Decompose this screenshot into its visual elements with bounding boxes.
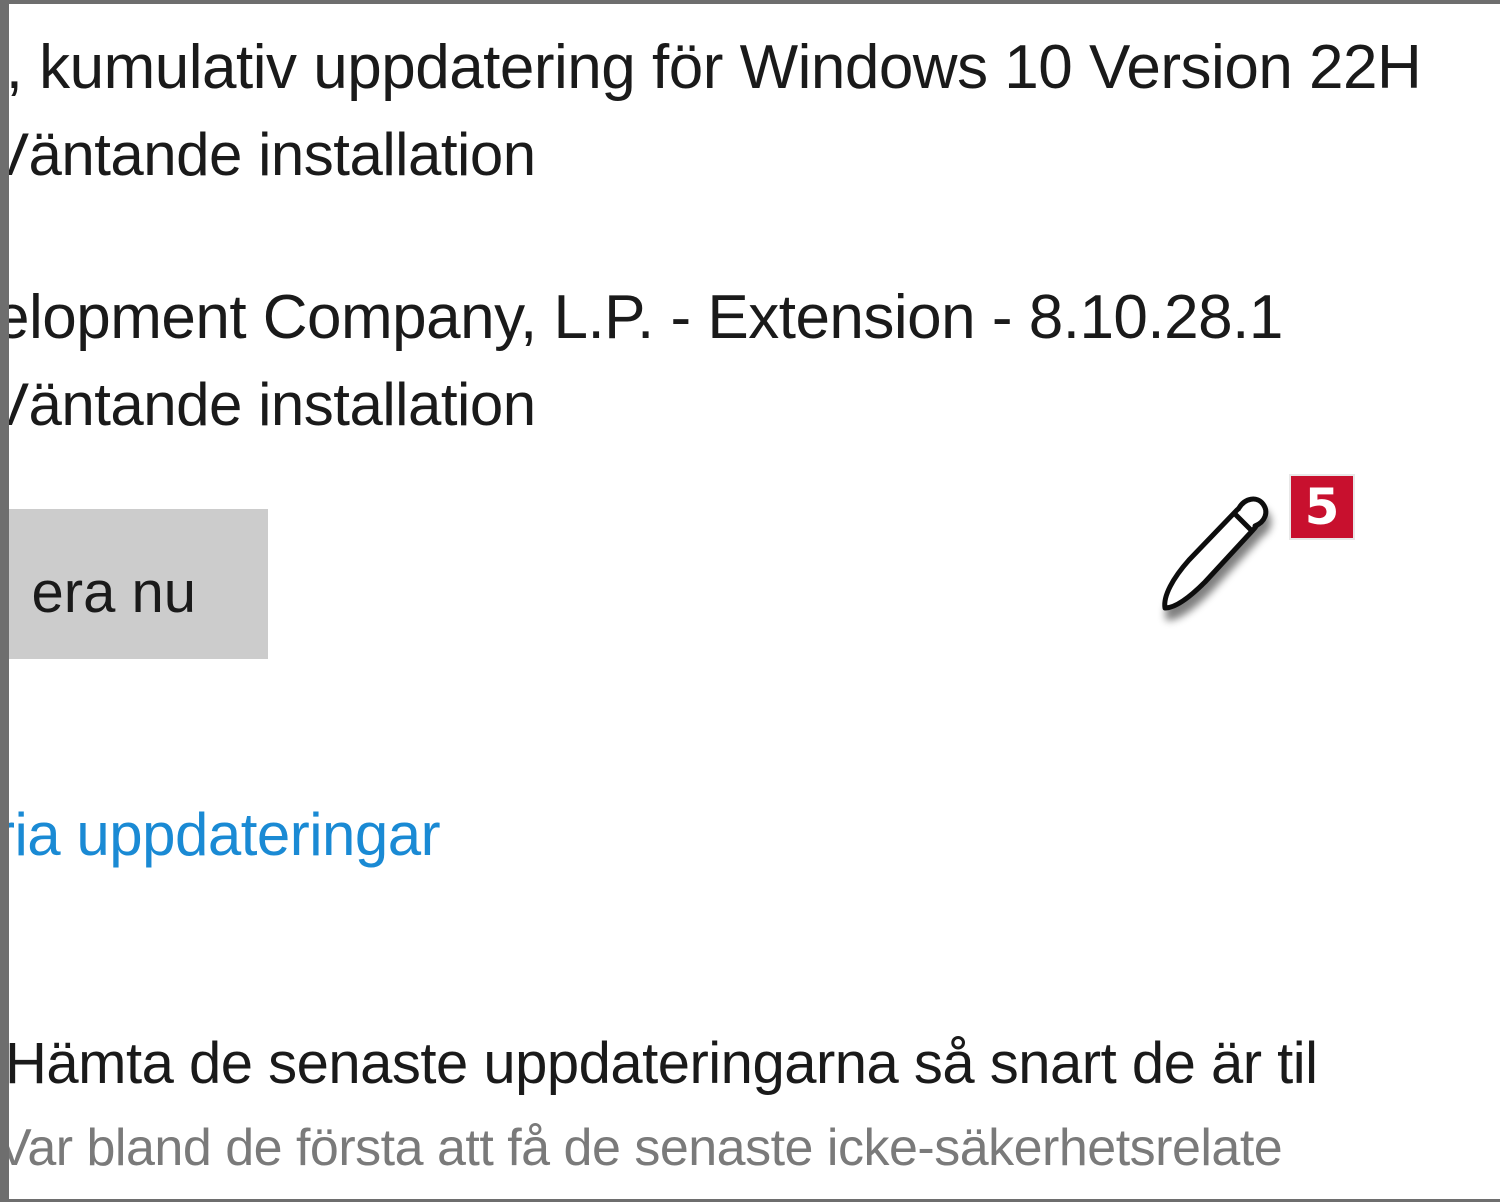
update-item-status: Väntande installation xyxy=(0,371,536,438)
update-item-status: Väntande installation xyxy=(0,121,536,188)
install-now-button[interactable]: era nu xyxy=(9,509,268,659)
update-item-name: t, kumulativ uppdatering för Windows 10 … xyxy=(0,33,1422,102)
update-item-name: elopment Company, L.P. - Extension - 8.1… xyxy=(0,283,1283,352)
pen-cursor-icon xyxy=(1162,496,1269,611)
optional-updates-link[interactable]: ria uppdateringar xyxy=(9,800,441,869)
latest-updates-option-description: Var bland de första att få de senaste ic… xyxy=(0,1119,1283,1177)
latest-updates-option-title[interactable]: Hämta de senaste uppdateringarna så snar… xyxy=(9,1030,1318,1097)
install-now-button-label: era nu xyxy=(31,560,196,625)
step-number-badge: 5 xyxy=(1291,476,1353,538)
windows-update-panel: t, kumulativ uppdatering för Windows 10 … xyxy=(0,0,1500,1202)
